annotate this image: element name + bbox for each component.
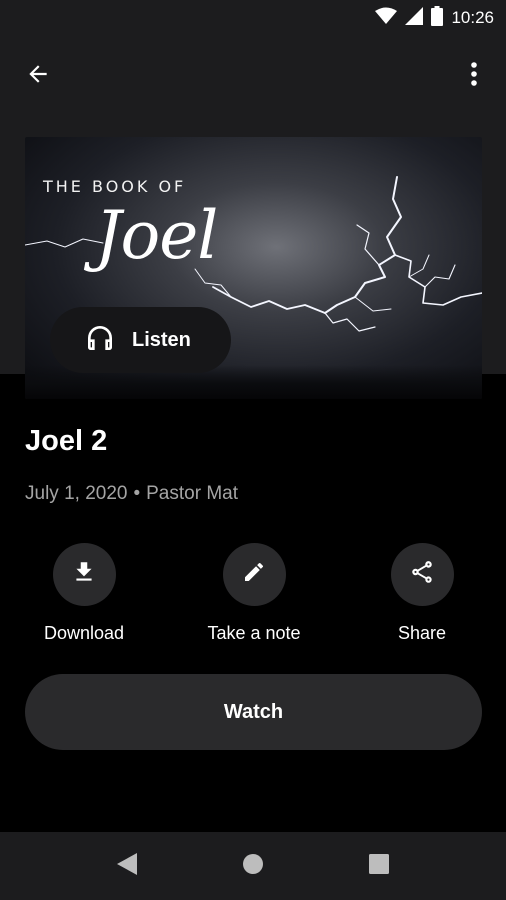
- sermon-meta: July 1, 2020 • Pastor Mat: [25, 483, 238, 505]
- artwork-subtitle: THE BOOK OF: [43, 177, 187, 196]
- nav-back-button[interactable]: [112, 852, 142, 880]
- watch-label: Watch: [223, 700, 284, 723]
- sermon-title: Joel 2: [25, 425, 108, 457]
- app-bar: [0, 36, 506, 112]
- sermon-date: July 1, 2020: [25, 483, 128, 504]
- download-circle: [52, 543, 116, 606]
- share-button[interactable]: Share: [352, 543, 492, 653]
- status-bar: 10:26: [0, 0, 506, 36]
- back-button[interactable]: [18, 56, 58, 96]
- more-options-button[interactable]: [456, 56, 492, 96]
- nav-home-icon: [242, 853, 264, 880]
- meta-separator: •: [133, 483, 141, 504]
- battery-icon: [431, 5, 444, 31]
- download-button[interactable]: Download: [14, 543, 154, 653]
- share-icon: [409, 559, 435, 590]
- wifi-icon: [375, 7, 398, 30]
- headphones-icon: [84, 322, 116, 359]
- download-label: Download: [43, 623, 125, 643]
- share-circle: [390, 543, 454, 606]
- status-time: 10:26: [451, 8, 494, 27]
- take-note-label: Take a note: [207, 623, 301, 643]
- nav-recents-icon: [369, 853, 389, 879]
- arrow-back-icon: [25, 61, 51, 92]
- cell-signal-icon: [405, 6, 424, 30]
- take-note-button[interactable]: Take a note: [184, 543, 324, 653]
- share-label: Share: [397, 623, 447, 643]
- nav-home-button[interactable]: [238, 852, 268, 880]
- system-nav-bar: [0, 832, 506, 900]
- pencil-icon: [242, 560, 266, 589]
- artwork-title: Joel: [95, 197, 218, 274]
- more-vertical-icon: [470, 61, 478, 92]
- listen-button[interactable]: Listen: [50, 307, 231, 373]
- sermon-speaker: Pastor Mat: [146, 483, 238, 504]
- nav-recents-button[interactable]: [364, 852, 394, 880]
- nav-back-icon: [117, 852, 137, 880]
- take-note-circle: [222, 543, 286, 606]
- download-icon: [71, 559, 97, 590]
- watch-button[interactable]: Watch: [25, 674, 482, 750]
- listen-label: Listen: [132, 328, 191, 351]
